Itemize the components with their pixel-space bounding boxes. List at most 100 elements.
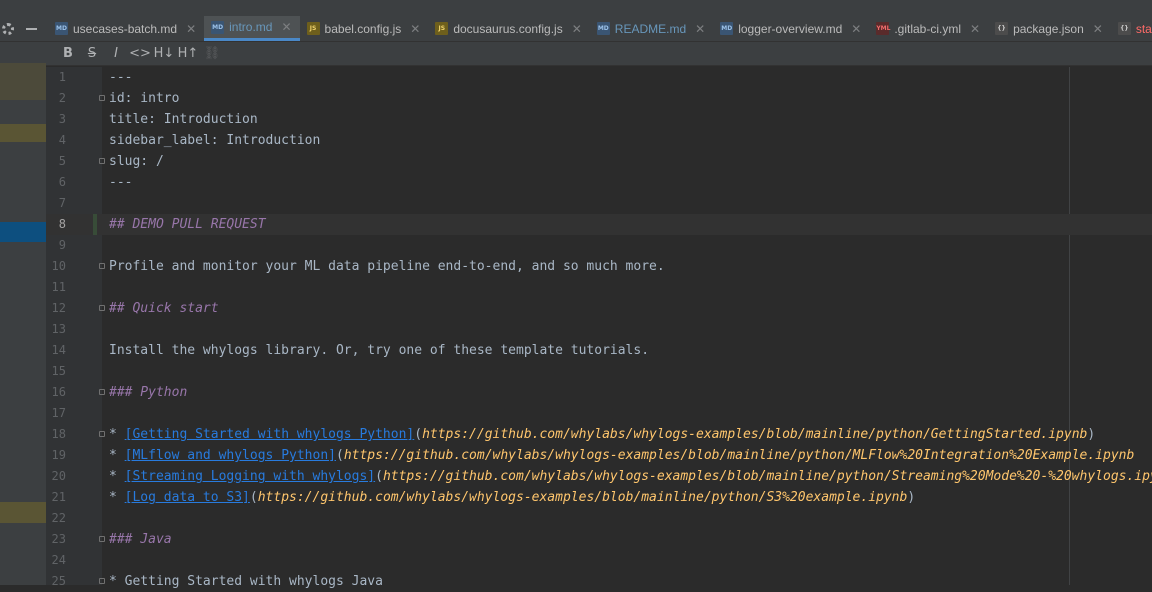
close-icon[interactable]: ✕ — [695, 22, 705, 36]
editor-line[interactable]: 4 sidebar_label: Introduction — [46, 130, 1152, 151]
gear-icon[interactable] — [2, 23, 14, 35]
editor-line[interactable]: 6 --- — [46, 172, 1152, 193]
markdown-link-url[interactable]: https://github.com/whylabs/whylogs-examp… — [344, 448, 1135, 463]
tab-readme-md[interactable]: MD README.md ✕ — [590, 16, 713, 41]
editor-line[interactable]: 5 slug: / — [46, 151, 1152, 172]
code-text: sidebar_label: Introduction — [109, 133, 321, 148]
line-number: 16 — [51, 385, 66, 399]
markdown-link-text[interactable]: [MLflow and whylogs Python] — [125, 448, 336, 463]
editor-line[interactable]: 8 ## DEMO PULL REQUEST — [46, 214, 1152, 235]
tab-package-json[interactable]: {} package.json ✕ — [988, 16, 1111, 41]
line-code: ### Java — [109, 529, 172, 550]
tab-babel-config-js[interactable]: JS babel.config.js ✕ — [300, 16, 429, 41]
code-text: Install the whylogs library. Or, try one… — [109, 343, 650, 358]
code-editor[interactable]: 1 --- 2 id: intro 3 title: Introduction 4 sideb… — [46, 67, 1152, 589]
editor-line[interactable]: 16 ### Python — [46, 382, 1152, 403]
editor-line[interactable]: 11 — [46, 277, 1152, 298]
editor-line[interactable]: 19 * [MLflow and whylogs Python](https://… — [46, 445, 1152, 466]
editor-line[interactable]: 15 — [46, 361, 1152, 382]
line-number: 5 — [58, 154, 66, 168]
editor-line[interactable]: 22 — [46, 508, 1152, 529]
line-code: --- — [109, 172, 132, 193]
editor-line[interactable]: 7 — [46, 193, 1152, 214]
minimize-icon[interactable] — [26, 28, 37, 30]
code-text: id: intro — [109, 91, 180, 106]
line-code: slug: / — [109, 151, 164, 172]
close-icon[interactable]: ✕ — [410, 22, 420, 36]
line-number: 11 — [51, 280, 66, 294]
fold-marker-icon[interactable] — [99, 536, 105, 542]
fold-marker-icon[interactable] — [99, 95, 105, 101]
editor-line[interactable]: 13 — [46, 319, 1152, 340]
markdown-link-text[interactable]: [Streaming Logging with whylogs] — [125, 469, 375, 484]
code-text: * — [109, 469, 125, 484]
fold-marker-icon[interactable] — [99, 158, 105, 164]
editor-line[interactable]: 2 id: intro — [46, 88, 1152, 109]
markdown-link-url[interactable]: https://github.com/whylabs/whylogs-examp… — [258, 490, 908, 505]
fold-marker-icon[interactable] — [99, 263, 105, 269]
link-icon[interactable]: ⛓ — [200, 46, 224, 61]
line-code: ### Python — [109, 382, 187, 403]
close-icon[interactable]: ✕ — [281, 20, 291, 34]
editor-line[interactable]: 12 ## Quick start — [46, 298, 1152, 319]
editor-line[interactable]: 1 --- — [46, 67, 1152, 88]
markdown-toolbar: B S̶ I <> H↓ H↑ ⛓ — [46, 42, 1152, 66]
line-number: 21 — [51, 490, 66, 504]
line-number: 15 — [51, 364, 66, 378]
fold-marker-icon[interactable] — [99, 431, 105, 437]
tab-docusaurus-config-js[interactable]: JS docusaurus.config.js ✕ — [428, 16, 589, 41]
code-text: ( — [335, 448, 344, 463]
editor-line[interactable]: 17 — [46, 403, 1152, 424]
code-text: ) — [1087, 427, 1096, 442]
js-file-icon: JS — [435, 22, 449, 35]
editor-line[interactable]: 21 * [Log data to S3](https://github.com/… — [46, 487, 1152, 508]
close-icon[interactable]: ✕ — [186, 22, 196, 36]
md-file-icon: MD — [55, 22, 68, 35]
close-icon[interactable]: ✕ — [970, 22, 980, 36]
close-icon[interactable]: ✕ — [1093, 22, 1103, 36]
editor-line[interactable]: 25 * Getting Started with whylogs Java — [46, 571, 1152, 592]
editor-line[interactable]: 10 Profile and monitor your ML data pipel… — [46, 256, 1152, 277]
tab-gitlab-ci-yml[interactable]: YML .gitlab-ci.yml ✕ — [869, 16, 988, 41]
close-icon[interactable]: ✕ — [572, 22, 582, 36]
markdown-link-url[interactable]: https://github.com/whylabs/whylogs-examp… — [383, 469, 1152, 484]
line-number: 12 — [51, 301, 66, 315]
strikethrough-button[interactable]: S̶ — [80, 46, 104, 61]
header-decrease-button[interactable]: H↓ — [152, 46, 176, 61]
editor-line[interactable]: 14 Install the whylogs library. Or, try o… — [46, 340, 1152, 361]
tab-intro-md[interactable]: MD intro.md ✕ — [204, 16, 300, 41]
markdown-link-text[interactable]: [Log data to S3] — [125, 490, 250, 505]
code-text: * — [109, 427, 125, 442]
editor-line[interactable]: 9 — [46, 235, 1152, 256]
close-icon[interactable]: ✕ — [851, 22, 861, 36]
editor-line[interactable]: 23 ### Java — [46, 529, 1152, 550]
editor-line[interactable]: 24 — [46, 550, 1152, 571]
fold-marker-icon[interactable] — [99, 305, 105, 311]
tab-label: state.json — [1135, 21, 1152, 36]
markdown-link-url[interactable]: https://github.com/whylabs/whylogs-examp… — [422, 427, 1087, 442]
vcs-change-marker[interactable] — [93, 214, 97, 235]
line-code: * [Getting Started with whylogs Python](… — [109, 424, 1095, 445]
tab-label: babel.config.js — [324, 21, 402, 36]
markdown-link-text[interactable]: [Getting Started with whylogs Python] — [125, 427, 415, 442]
line-number: 4 — [58, 133, 66, 147]
tab-label: logger-overview.md — [738, 21, 843, 36]
fold-marker-icon[interactable] — [99, 578, 105, 584]
line-number: 22 — [51, 511, 66, 525]
line-number: 23 — [51, 532, 66, 546]
editor-line[interactable]: 18 * [Getting Started with whylogs Python… — [46, 424, 1152, 445]
tab-usecases-batch-md[interactable]: MD usecases-batch.md ✕ — [48, 16, 204, 41]
bold-button[interactable]: B — [56, 46, 80, 61]
editor-line[interactable]: 3 title: Introduction — [46, 109, 1152, 130]
header-increase-button[interactable]: H↑ — [176, 46, 200, 61]
tab-logger-overview-md[interactable]: MD logger-overview.md ✕ — [713, 16, 869, 41]
editor-line[interactable]: 20 * [Streaming Logging with whylogs](htt… — [46, 466, 1152, 487]
sidebar-selected-row[interactable] — [0, 222, 46, 242]
code-button[interactable]: <> — [128, 46, 152, 61]
line-code: id: intro — [109, 88, 179, 109]
fold-marker-icon[interactable] — [99, 389, 105, 395]
markdown-heading: ### Python — [109, 385, 188, 400]
italic-button[interactable]: I — [104, 46, 128, 61]
tab-state-json[interactable]: {}state.json✕ — [1111, 16, 1152, 41]
code-text: ( — [375, 469, 383, 484]
